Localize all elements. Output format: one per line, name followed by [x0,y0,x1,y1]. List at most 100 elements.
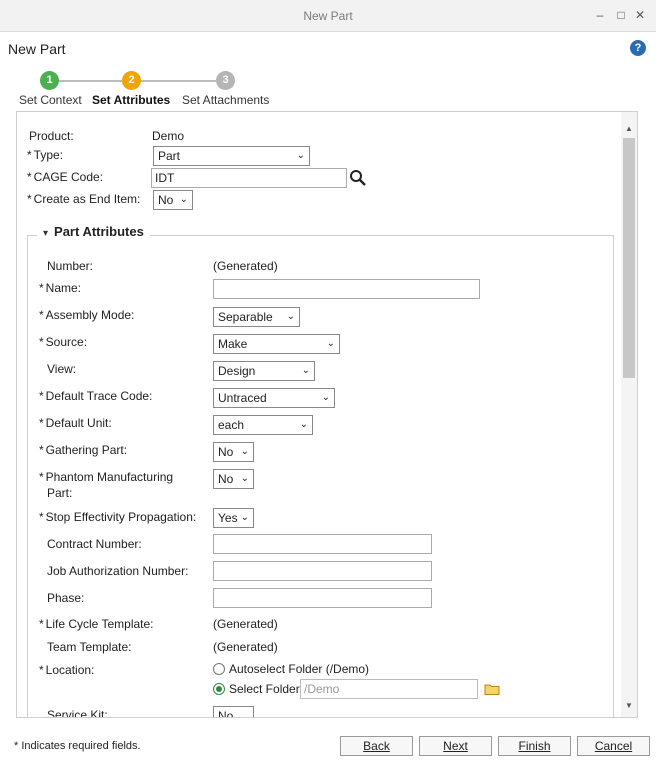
window-titlebar: New Part – □ ✕ [0,0,656,32]
gathering-part-select[interactable]: No ⌄ [213,442,254,462]
step-set-attributes[interactable]: Set Attributes [92,93,170,107]
step-3-circle[interactable]: 3 [216,71,235,90]
step-2-circle[interactable]: 2 [122,71,141,90]
default-unit-value: each [218,418,245,432]
end-item-select[interactable]: No ⌄ [153,190,193,210]
chevron-down-icon: ⌄ [240,512,249,523]
vertical-scrollbar[interactable]: ▲ ▼ [621,112,637,717]
chevron-down-icon: ⌄ [326,338,335,349]
part-attributes-header[interactable]: ▾ Part Attributes [37,224,150,239]
view-select[interactable]: Design ⌄ [213,361,315,381]
lifecycle-template-label: * Life Cycle Template: [39,617,154,631]
section-title: Part Attributes [54,224,144,239]
close-icon[interactable]: ✕ [632,7,648,23]
required-fields-note: * Indicates required fields. [14,740,141,752]
required-mark: * [39,308,44,322]
assembly-mode-select[interactable]: Separable ⌄ [213,307,300,327]
cage-code-input[interactable]: IDT [151,168,347,188]
chevron-down-icon: ⌄ [321,392,330,403]
job-authorization-input[interactable] [213,561,432,581]
cage-code-label: * CAGE Code: [27,170,103,184]
stop-effectivity-label: * Stop Effectivity Propagation: [39,510,196,524]
required-mark: * [39,470,44,484]
search-icon[interactable] [349,169,367,187]
chevron-down-icon: ⌄ [296,150,305,161]
chevron-down-icon: ⌄ [240,446,249,457]
trace-code-label: * Default Trace Code: [39,389,152,403]
cage-code-label-text: CAGE Code: [33,170,104,184]
number-label: Number: [47,259,94,273]
source-value: Make [218,337,248,351]
default-unit-select[interactable]: each ⌄ [213,415,313,435]
location-label-text: Location: [45,663,95,677]
window-title: New Part [303,9,353,23]
trace-code-select[interactable]: Untraced ⌄ [213,388,335,408]
stop-effectivity-value: Yes [218,511,238,525]
scroll-down-icon[interactable]: ▼ [624,701,634,711]
scroll-up-icon[interactable]: ▲ [624,124,634,134]
gathering-part-value: No [218,445,234,459]
minimize-icon[interactable]: – [592,7,608,23]
step-set-attachments[interactable]: Set Attachments [182,93,269,107]
required-mark: * [39,443,44,457]
source-label: * Source: [39,335,87,349]
lifecycle-template-value: (Generated) [213,617,278,631]
step-1-circle[interactable]: 1 [40,71,59,90]
source-select[interactable]: Make ⌄ [213,334,340,354]
autoselect-folder-radio[interactable] [213,663,225,675]
help-icon[interactable]: ? [630,40,646,56]
required-mark: * [39,510,44,524]
form-content: ▲ ▼ Product: Demo * Type: Part ⌄ * CAGE Cod… [16,111,638,718]
page-title: New Part [8,41,66,57]
product-value: Demo [152,129,185,143]
step-set-context[interactable]: Set Context [19,93,82,107]
gathering-part-label-text: Gathering Part: [45,443,128,457]
select-folder-radio[interactable] [213,683,225,695]
required-mark: * [27,192,32,206]
next-button[interactable]: Next [419,736,492,756]
service-kit-value: No [218,709,234,718]
back-button[interactable]: Back [340,736,413,756]
maximize-icon[interactable]: □ [613,7,629,23]
autoselect-folder-label[interactable]: Autoselect Folder (/Demo) [229,662,369,676]
phase-input[interactable] [213,588,432,608]
cancel-button[interactable]: Cancel [577,736,650,756]
phantom-label-line2: Part: [47,486,73,500]
name-input[interactable] [213,279,480,299]
service-kit-select[interactable]: No [213,706,254,718]
finish-button[interactable]: Finish [498,736,571,756]
type-select[interactable]: Part ⌄ [153,146,310,166]
dialog-footer: * Indicates required fields. Back Next F… [0,724,656,784]
location-label: * Location: [39,663,94,677]
lifecycle-template-label-text: Life Cycle Template: [45,617,154,631]
chevron-down-icon: ⌄ [286,311,295,322]
contract-number-input[interactable] [213,534,432,554]
view-value: Design [218,364,256,378]
product-label: Product: [29,129,74,143]
contract-number-label: Contract Number: [47,537,142,551]
phantom-label: * Phantom Manufacturing [39,470,173,484]
type-label-text: Type: [33,148,64,162]
stop-effectivity-select[interactable]: Yes ⌄ [213,508,254,528]
chevron-down-icon: ⌄ [299,419,308,430]
select-folder-label[interactable]: Select Folder [229,682,300,696]
folder-path-input[interactable]: /Demo [300,679,478,699]
required-mark: * [39,416,44,430]
view-label: View: [47,362,77,376]
phantom-label-line1: Phantom Manufacturing [45,470,174,484]
stop-effectivity-label-text: Stop Effectivity Propagation: [45,510,197,524]
end-item-label: * Create as End Item: [27,192,140,206]
chevron-down-icon: ▾ [43,228,49,239]
step-connector [140,80,216,82]
wizard-stepper: 1 2 3 Set Context Set Attributes Set Att… [0,70,656,110]
phantom-value: No [218,472,234,486]
team-template-label: Team Template: [47,640,132,654]
assembly-mode-value: Separable [218,310,273,324]
scroll-thumb[interactable] [623,138,635,378]
phantom-select[interactable]: No ⌄ [213,469,254,489]
folder-icon[interactable] [484,683,500,695]
chevron-down-icon: ⌄ [179,194,188,205]
dialog-header: New Part ? [0,33,656,65]
required-mark: * [39,663,44,677]
trace-code-label-text: Default Trace Code: [45,389,153,403]
